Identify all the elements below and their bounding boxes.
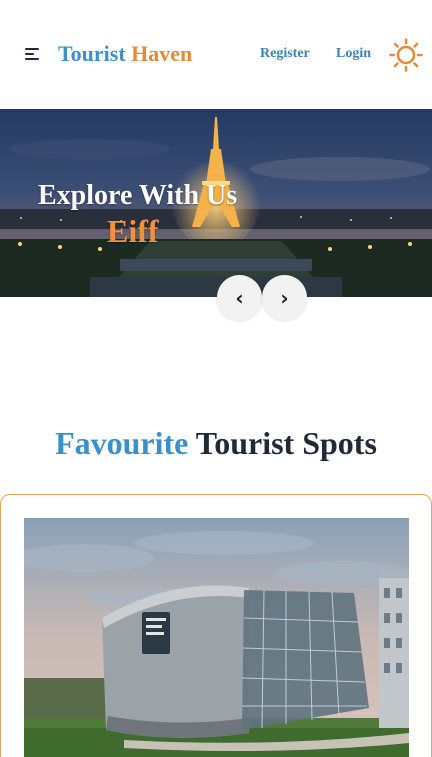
section-title-part-2: Tourist Spots [195, 425, 377, 461]
brand-logo[interactable]: Tourist Haven [58, 41, 192, 67]
carousel-prev-button[interactable]: ‹ [217, 275, 262, 320]
tourist-spot-image [24, 518, 409, 757]
login-link[interactable]: Login [336, 46, 371, 62]
section-title-part-1: Favourite [55, 425, 189, 461]
section-title: Favourite Tourist Spots [0, 425, 432, 462]
hero-title: Explore With Us [38, 180, 238, 211]
chevron-right-icon: › [280, 285, 289, 310]
menu-icon[interactable] [25, 48, 41, 62]
hero-carousel: Explore With Us Eiff [0, 109, 432, 297]
brand-part-2: Haven [131, 41, 193, 66]
brand-part-1: Tourist [58, 41, 126, 66]
chevron-left-icon: ‹ [235, 285, 244, 310]
carousel-next-button[interactable]: › [262, 275, 307, 320]
sun-icon[interactable] [389, 38, 423, 72]
register-link[interactable]: Register [260, 46, 310, 62]
hero-subtitle: Eiff [107, 213, 159, 249]
header: Tourist Haven Register Login [0, 0, 432, 109]
